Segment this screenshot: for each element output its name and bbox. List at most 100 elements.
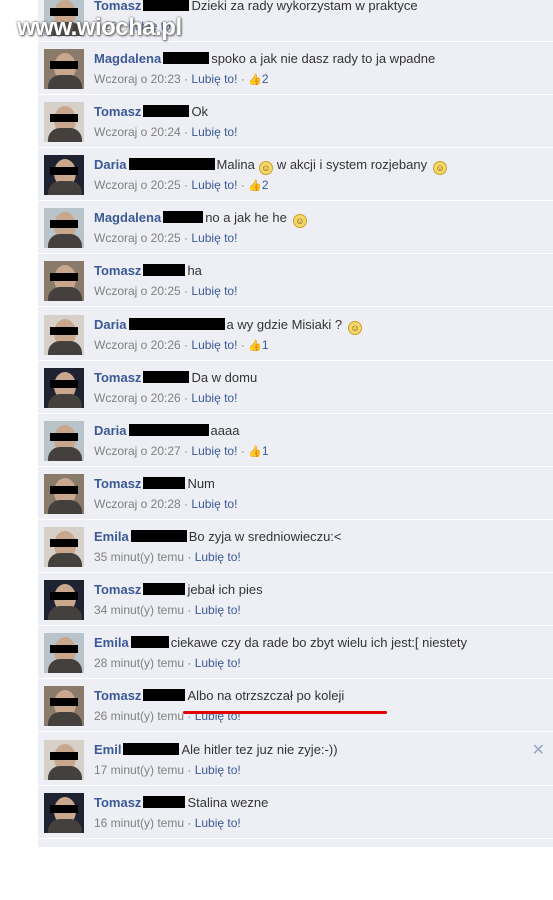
separator-dot: · xyxy=(184,763,195,777)
author-name[interactable]: Tomasz xyxy=(94,476,141,491)
comment-body: Emil Ale hitler tez juz nie zyje:-)) xyxy=(94,742,338,757)
author-name[interactable]: Emila xyxy=(94,529,129,544)
avatar[interactable] xyxy=(44,261,84,301)
redaction-bar xyxy=(143,583,186,595)
timestamp[interactable]: Wczoraj o 20:27 xyxy=(94,444,181,458)
redaction-bar xyxy=(143,371,190,383)
watermark: www.wiocha.pl xyxy=(17,14,182,41)
like-link[interactable]: Lubię to! xyxy=(195,656,241,670)
author-name[interactable]: Tomasz xyxy=(94,370,141,385)
timestamp[interactable]: 35 minut(y) temu xyxy=(94,550,184,564)
author-name[interactable]: Magdalena xyxy=(94,210,161,225)
like-link[interactable]: Lubię to! xyxy=(191,284,237,298)
separator-dot: · xyxy=(184,656,195,670)
separator-dot: · xyxy=(180,497,192,511)
author-name[interactable]: Daria xyxy=(94,317,127,332)
avatar[interactable] xyxy=(44,474,84,514)
comment-meta: Wczoraj o 20:28 · Lubię to! xyxy=(94,497,237,511)
timestamp[interactable]: 26 minut(y) temu xyxy=(94,709,184,723)
timestamp[interactable]: Wczoraj o 20:26 xyxy=(94,338,181,352)
comment-body: Daria a wy gdzie Misiaki ? ☺ xyxy=(94,317,363,335)
like-link[interactable]: Lubię to! xyxy=(191,338,237,352)
author-name[interactable]: Tomasz xyxy=(94,795,141,810)
comment-meta: 28 minut(y) temu · Lubię to! xyxy=(94,656,241,670)
comment-body: Tomasz jebał ich pies xyxy=(94,582,263,597)
like-link[interactable]: Lubię to! xyxy=(191,178,237,192)
like-count[interactable]: 1 xyxy=(262,444,269,458)
like-link[interactable]: Lubię to! xyxy=(195,550,241,564)
like-count[interactable]: 1 xyxy=(262,338,269,352)
timestamp[interactable]: 34 minut(y) temu xyxy=(94,603,184,617)
avatar[interactable] xyxy=(44,633,84,673)
comment-text: spoko a jak nie dasz rady to ja wpadne xyxy=(211,51,436,66)
timestamp[interactable]: 16 minut(y) temu xyxy=(94,816,184,830)
author-name[interactable]: Emila xyxy=(94,635,129,650)
like-link[interactable]: Lubię to! xyxy=(191,444,237,458)
like-count[interactable]: 2 xyxy=(262,178,269,192)
avatar[interactable] xyxy=(44,740,84,780)
comment-text: Ale hitler tez juz nie zyje:-)) xyxy=(181,742,338,757)
avatar[interactable] xyxy=(44,368,84,408)
smiley-icon: ☺ xyxy=(292,214,307,228)
avatar[interactable] xyxy=(44,686,84,726)
like-link[interactable]: Lubię to! xyxy=(195,603,241,617)
comment-text: Num xyxy=(187,476,215,491)
smiley-icon: ☺ xyxy=(348,321,363,335)
avatar[interactable] xyxy=(44,793,84,833)
like-link[interactable]: Lubię to! xyxy=(191,231,237,245)
close-icon[interactable]: ✕ xyxy=(532,740,545,760)
timestamp[interactable]: Wczoraj o 20:25 xyxy=(94,178,181,192)
timestamp[interactable]: Wczoraj o 20:23 xyxy=(94,72,181,86)
comment-body: Tomasz Ok xyxy=(94,104,208,119)
avatar[interactable] xyxy=(44,49,84,89)
timestamp[interactable]: 28 minut(y) temu xyxy=(94,656,184,670)
timestamp[interactable]: 17 minut(y) temu xyxy=(94,763,184,777)
author-name[interactable]: Tomasz xyxy=(94,582,141,597)
avatar[interactable] xyxy=(44,208,84,248)
author-name[interactable]: Magdalena xyxy=(94,51,161,66)
comment-item: Tomasz Ok Wczoraj o 20:24 · Lubię to! xyxy=(38,96,553,148)
separator-dot: · xyxy=(237,444,249,458)
comment-item: Tomasz Da w domu Wczoraj o 20:26 · Lubię t… xyxy=(38,362,553,414)
thumbs-up-icon[interactable]: 👍 xyxy=(248,446,262,458)
author-name[interactable]: Emil xyxy=(94,742,121,757)
avatar[interactable] xyxy=(44,580,84,620)
like-link[interactable]: Lubię to! xyxy=(191,72,237,86)
timestamp[interactable]: Wczoraj o 20:25 xyxy=(94,231,181,245)
comment-item: Magdalena spoko a jak nie dasz rady to ja… xyxy=(38,43,553,95)
like-link[interactable]: Lubię to! xyxy=(191,125,237,139)
timestamp[interactable]: Wczoraj o 20:24 xyxy=(94,125,181,139)
redaction-bar xyxy=(130,530,187,542)
redaction-bar xyxy=(143,796,186,808)
avatar[interactable] xyxy=(44,527,84,567)
timestamp[interactable]: Wczoraj o 20:25 xyxy=(94,284,181,298)
avatar[interactable] xyxy=(44,421,84,461)
like-count[interactable]: 2 xyxy=(262,72,269,86)
comment-text: Dzieki za rady wykorzystam w praktyce xyxy=(191,0,418,13)
thumbs-up-icon[interactable]: 👍 xyxy=(248,340,262,352)
like-link[interactable]: Lubię to! xyxy=(195,763,241,777)
timestamp[interactable]: Wczoraj o 20:26 xyxy=(94,391,181,405)
author-name[interactable]: Tomasz xyxy=(94,0,141,13)
author-name[interactable]: Daria xyxy=(94,423,127,438)
like-link[interactable]: Lubię to! xyxy=(191,497,237,511)
avatar[interactable] xyxy=(44,102,84,142)
separator-dot: · xyxy=(237,338,249,352)
separator-dot: · xyxy=(180,125,192,139)
separator-dot: · xyxy=(180,231,192,245)
separator-dot: · xyxy=(237,178,249,192)
timestamp[interactable]: Wczoraj o 20:28 xyxy=(94,497,181,511)
author-name[interactable]: Tomasz xyxy=(94,688,141,703)
thumbs-up-icon[interactable]: 👍 xyxy=(248,180,262,192)
avatar[interactable] xyxy=(44,315,84,355)
thumbs-up-icon[interactable]: 👍 xyxy=(248,74,262,86)
like-link[interactable]: Lubię to! xyxy=(195,816,241,830)
comment-item: Daria a wy gdzie Misiaki ? ☺ Wczoraj o 20:2… xyxy=(38,309,553,361)
author-name[interactable]: Daria xyxy=(94,157,127,172)
avatar[interactable] xyxy=(44,155,84,195)
author-name[interactable]: Tomasz xyxy=(94,263,141,278)
author-name[interactable]: Tomasz xyxy=(94,104,141,119)
comment-body: Daria Malina ☺ w akcji i system rozjebany ☺ xyxy=(94,157,448,175)
separator-dot: · xyxy=(180,391,192,405)
like-link[interactable]: Lubię to! xyxy=(191,391,237,405)
